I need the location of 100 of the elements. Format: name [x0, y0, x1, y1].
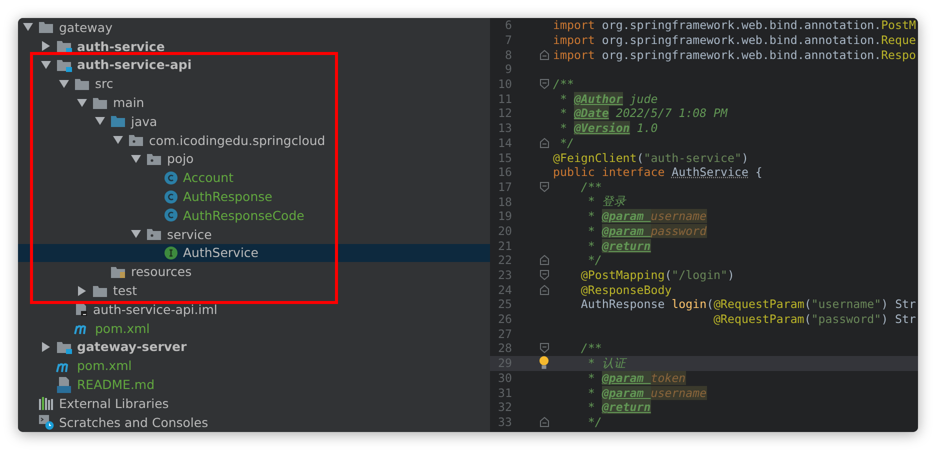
line-number: 25: [497, 297, 512, 312]
tree-item[interactable]: pom.xml: [18, 318, 490, 338]
expanded-arrow-icon[interactable]: [113, 135, 123, 146]
code-line: * @Author jude: [558, 92, 658, 106]
fold-marker-icon[interactable]: [540, 270, 549, 280]
fold-marker-icon[interactable]: [540, 182, 549, 192]
tree-item-label: auth-service-api: [77, 57, 192, 72]
line-number: 10: [497, 77, 512, 92]
expanded-arrow-icon[interactable]: [131, 229, 141, 240]
expanded-arrow-icon[interactable]: [77, 98, 87, 108]
collapsed-arrow-icon[interactable]: [41, 342, 51, 352]
tree-item[interactable]: External Libraries: [18, 394, 490, 413]
folder-icon: [92, 284, 108, 298]
tree-item[interactable]: AuthResponseCode: [18, 206, 490, 225]
tree-item-label: Scratches and Consoles: [59, 414, 208, 430]
code-line: import org.springframework.web.bind.annotation.PostM: [553, 18, 916, 32]
tree-item-label: resources: [131, 264, 192, 280]
fold-marker-icon[interactable]: [540, 343, 549, 354]
tree-item[interactable]: service: [18, 224, 490, 244]
folder-icon: [110, 114, 126, 128]
code-line: /**: [580, 341, 602, 356]
fold-marker-icon[interactable]: [540, 50, 549, 60]
tree-item-label: README.md: [77, 377, 155, 392]
line-number: 15: [497, 150, 512, 165]
tree-item-label: Account: [183, 170, 234, 186]
tree-item-label: gateway-server: [77, 339, 187, 354]
tree-item-label: auth-service: [77, 38, 165, 54]
tree-item-label: auth-service-api.iml: [93, 302, 218, 317]
code-line: @PostMapping("/login"): [580, 268, 734, 282]
code-line: * @return: [586, 400, 651, 414]
code-line: */: [586, 414, 602, 429]
tree-item[interactable]: test: [18, 281, 490, 300]
tree-item[interactable]: pom.xml: [18, 356, 490, 376]
code-line: * @Version 1.0: [558, 121, 658, 136]
tree-item[interactable]: README.md: [18, 375, 490, 394]
line-number: 8: [504, 48, 512, 62]
code-line: /**: [553, 77, 574, 92]
tree-item[interactable]: gateway-server: [18, 338, 490, 356]
package-icon: [146, 152, 162, 166]
code-line: * 登录: [586, 194, 626, 210]
code-line: * 认证: [586, 356, 626, 371]
expanded-arrow-icon[interactable]: [23, 22, 33, 32]
fold-marker-icon[interactable]: [540, 255, 549, 266]
fold-marker-icon[interactable]: [540, 138, 549, 148]
folder-icon: [110, 264, 126, 279]
fold-marker-icon[interactable]: [540, 79, 549, 90]
markdown-file-icon: [56, 376, 72, 393]
lightbulb-icon[interactable]: [539, 356, 549, 370]
code-line: import org.springframework.web.bind.annotation.Reque: [553, 33, 916, 48]
tree-item[interactable]: auth-service-api: [18, 56, 490, 74]
tree-item[interactable]: auth-service-api.iml: [18, 300, 490, 319]
tree-item-label: com.icodingedu.springcloud: [149, 132, 326, 148]
line-number: 20: [497, 224, 512, 238]
code-line: @RequestParam("password") Str: [712, 312, 916, 326]
package-icon: [146, 227, 162, 242]
tree-item-label: test: [113, 283, 138, 298]
expanded-arrow-icon[interactable]: [131, 154, 141, 164]
tree-item-label: main: [113, 95, 144, 110]
code-line: * @return: [586, 238, 651, 253]
code-line: * @Date 2022/5/7 1:08 PM: [558, 106, 728, 120]
tree-item[interactable]: java: [18, 112, 490, 131]
line-number: 33: [497, 414, 512, 429]
tree-item[interactable]: auth-service: [18, 36, 490, 56]
line-number: 32: [497, 400, 512, 414]
code-line: * @param username: [586, 209, 707, 224]
tree-item[interactable]: Scratches and Consoles: [18, 412, 490, 432]
tree-item-label: AuthResponse: [183, 189, 272, 204]
tree-item[interactable]: AuthService: [18, 244, 490, 262]
line-number: 14: [497, 136, 512, 150]
line-number: 9: [504, 62, 512, 76]
code-line: public interface AuthService {: [553, 165, 762, 180]
tree-item[interactable]: resources: [18, 262, 490, 282]
fold-marker-icon[interactable]: [540, 416, 549, 427]
code-line: */: [558, 136, 574, 150]
line-number: 13: [497, 121, 512, 136]
collapsed-arrow-icon[interactable]: [41, 41, 51, 52]
tree-item[interactable]: main: [18, 93, 490, 112]
code-line: * @param username: [586, 386, 707, 400]
line-number: 18: [497, 194, 512, 209]
tree-item[interactable]: com.icodingedu.springcloud: [18, 130, 490, 150]
expanded-arrow-icon[interactable]: [95, 116, 105, 126]
tree-item-label: pom.xml: [77, 358, 132, 374]
module-folder-icon: [56, 58, 72, 72]
tree-item[interactable]: Account: [18, 168, 490, 188]
class-icon: [164, 170, 178, 185]
tree-item[interactable]: src: [18, 74, 490, 94]
tree-item-label: service: [167, 226, 212, 242]
expanded-arrow-icon[interactable]: [59, 78, 69, 89]
fold-marker-icon[interactable]: [540, 284, 549, 295]
expanded-arrow-icon[interactable]: [41, 60, 51, 70]
tree-item[interactable]: AuthResponse: [18, 187, 490, 206]
tree-item[interactable]: gateway: [18, 18, 490, 37]
collapsed-arrow-icon[interactable]: [77, 286, 87, 296]
tree-item-label: java: [131, 114, 158, 129]
tree-item[interactable]: pojo: [18, 150, 490, 168]
tree-item-label: gateway: [59, 20, 112, 35]
line-number: 31: [497, 386, 512, 400]
line-number: 28: [497, 341, 512, 356]
code-line: * @param token: [586, 370, 686, 385]
module-folder-icon: [56, 340, 72, 354]
